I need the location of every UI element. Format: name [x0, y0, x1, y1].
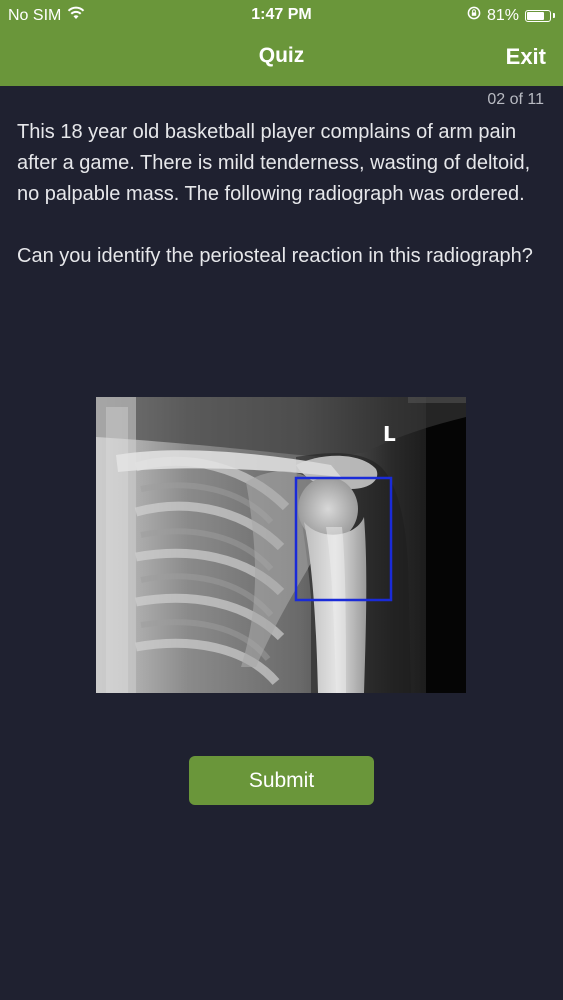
radiograph-svg: L [96, 397, 466, 693]
page-title: Quiz [258, 44, 305, 67]
exit-button[interactable]: Exit [506, 44, 546, 70]
laterality-marker: L [383, 422, 396, 446]
battery-percent: 81% [486, 6, 519, 24]
status-bar: No SIM 1:47 PM 81% [0, 0, 563, 30]
question-progress: 02 of 11 [487, 91, 544, 108]
battery-icon [525, 9, 551, 22]
question-body: This 18 year old basketball player compl… [17, 117, 552, 272]
radiograph-image[interactable]: L [96, 397, 466, 693]
battery-fill [527, 11, 544, 20]
battery-tip [553, 13, 555, 18]
question-prompt: Can you identify the periosteal reaction… [17, 245, 533, 267]
orientation-lock-icon [467, 6, 481, 25]
question-text: This 18 year old basketball player compl… [17, 121, 531, 205]
app-header: No SIM 1:47 PM 81% Quiz Exit [0, 0, 563, 86]
submit-button[interactable]: Submit [189, 756, 374, 805]
status-bar-right: 81% [467, 6, 555, 25]
